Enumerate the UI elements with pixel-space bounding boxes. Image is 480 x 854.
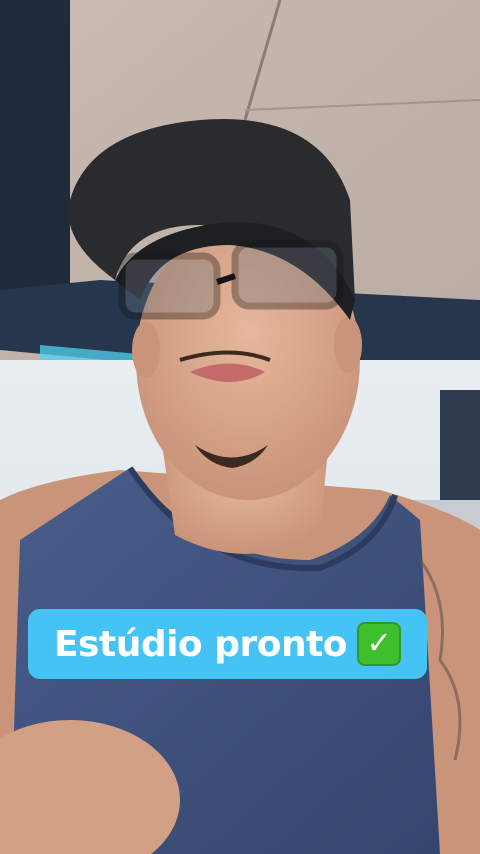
caption-sticker: Estúdio pronto ✓ — [28, 609, 427, 679]
video-frame: Estúdio pronto ✓ — [0, 0, 480, 854]
check-mark-icon: ✓ — [357, 622, 402, 666]
studio-background-photo — [0, 0, 480, 854]
caption-text: Estúdio pronto — [53, 623, 348, 665]
